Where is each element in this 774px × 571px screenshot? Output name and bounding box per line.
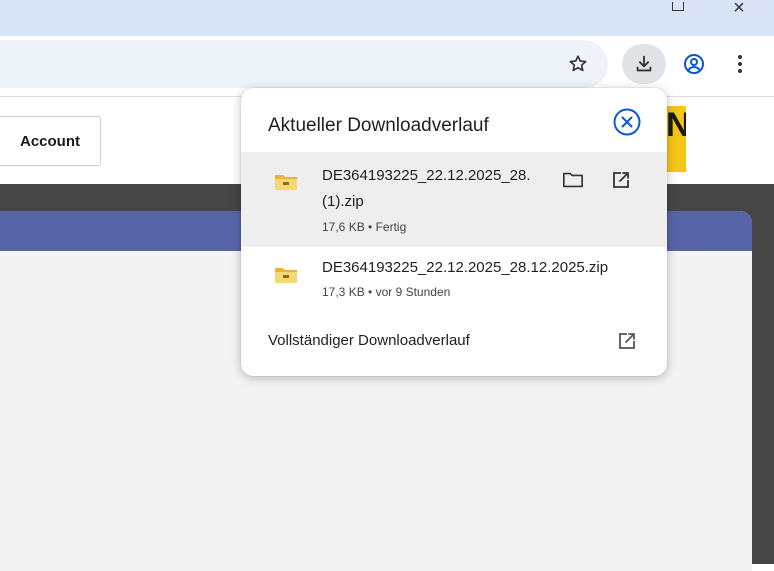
close-popup-button[interactable]: [611, 106, 643, 138]
download-status: 17,3 KB • vor 9 Stunden: [322, 285, 451, 299]
downloads-popup: Aktueller Downloadverlauf DE364193225_22…: [241, 88, 667, 376]
downloads-title: Aktueller Downloadverlauf: [268, 115, 489, 136]
profile-icon: [684, 54, 704, 74]
browser-menu-button[interactable]: [728, 48, 752, 80]
kebab-menu-icon: [738, 55, 742, 59]
bookmark-star-icon: [569, 55, 587, 72]
download-icon: [636, 55, 652, 72]
full-download-history-link[interactable]: Vollständiger Downloadverlauf: [268, 332, 470, 349]
downloads-button[interactable]: [622, 44, 666, 84]
download-filename: DE364193225_22.12.2025_28.: [322, 167, 531, 184]
close-circle-icon: [613, 108, 641, 136]
zip-folder-icon: [275, 175, 297, 190]
open-external-icon: [619, 333, 635, 349]
show-in-folder-button[interactable]: [559, 166, 587, 194]
download-filename: DE364193225_22.12.2025_28.12.2025.zip: [322, 259, 609, 276]
folder-icon: [563, 172, 583, 188]
download-item[interactable]: DE364193225_22.12.2025_28. (1).zip 17,6 …: [241, 152, 667, 247]
account-button[interactable]: Account: [0, 116, 101, 166]
address-bar[interactable]: [0, 40, 608, 88]
maximize-button[interactable]: [655, 0, 701, 16]
maximize-icon: [672, 1, 684, 11]
download-status: 17,6 KB • Fertig: [322, 220, 407, 234]
open-external-icon: [613, 172, 629, 188]
close-window-button[interactable]: ×: [716, 0, 762, 19]
download-item[interactable]: DE364193225_22.12.2025_28.12.2025.zip 17…: [241, 247, 667, 317]
profile-button[interactable]: [678, 48, 710, 80]
close-icon: ×: [733, 0, 745, 19]
full-history-open-button[interactable]: [613, 327, 641, 355]
zip-folder-icon: [275, 268, 297, 283]
window-titlebar: ×: [0, 0, 774, 36]
download-filename-continued: (1).zip: [322, 193, 364, 210]
open-file-button[interactable]: [607, 166, 635, 194]
bookmark-button[interactable]: [564, 50, 592, 78]
